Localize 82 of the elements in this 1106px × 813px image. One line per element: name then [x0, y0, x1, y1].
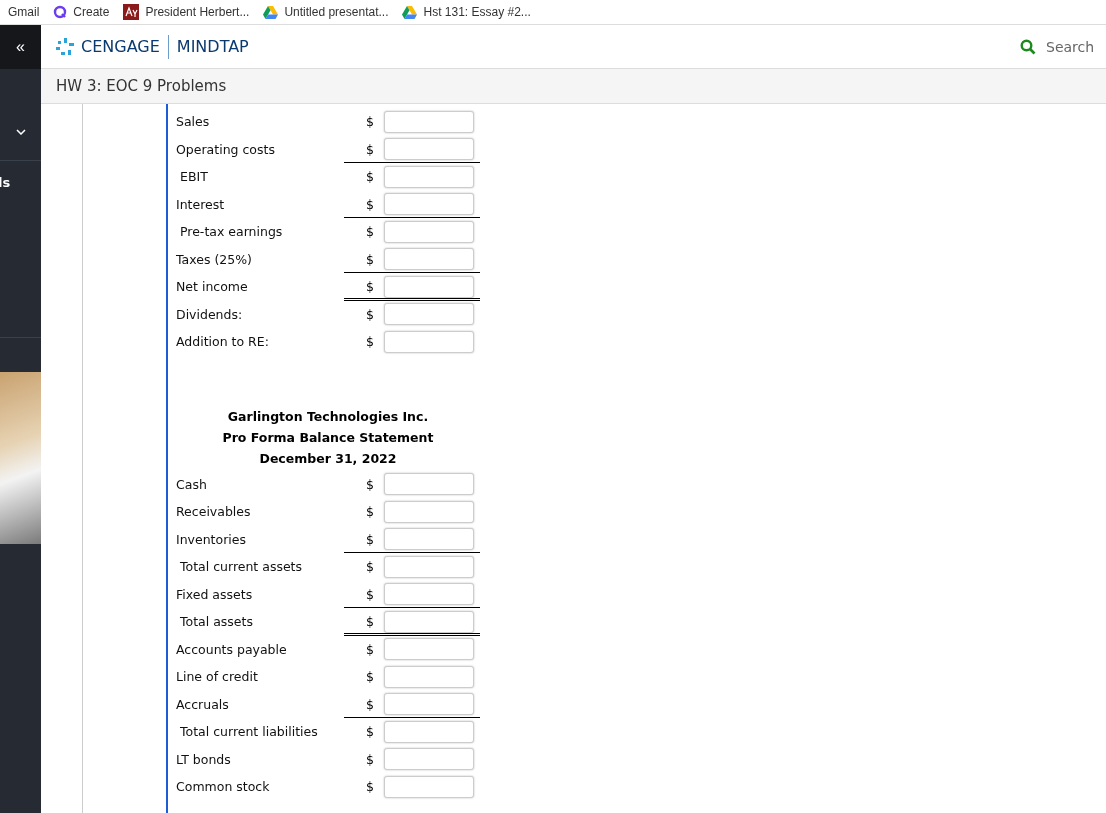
- amount-input[interactable]: [384, 220, 474, 243]
- currency-symbol: $: [365, 476, 375, 492]
- amount-input[interactable]: [384, 555, 474, 578]
- currency-symbol: $: [365, 224, 375, 240]
- currency-symbol: $: [365, 779, 375, 795]
- search-icon: [1020, 38, 1036, 55]
- row-label: Common stock: [176, 779, 271, 795]
- currency-symbol: $: [365, 531, 375, 547]
- currency-symbol: $: [365, 586, 375, 602]
- currency-symbol: $: [365, 169, 375, 185]
- row-label: Cash: [176, 476, 208, 492]
- amount-input[interactable]: [384, 748, 474, 771]
- amount-input[interactable]: [384, 303, 474, 326]
- row-label: Dividends:: [176, 306, 244, 322]
- currency-symbol: $: [365, 751, 375, 767]
- product-name: MINDTAP: [176, 37, 249, 56]
- dotted-burst-logo-icon: [55, 36, 75, 57]
- bookmark-link[interactable]: President Herbert...: [123, 4, 250, 20]
- ay-logo-icon: [123, 4, 140, 20]
- currency-symbol: $: [365, 696, 375, 712]
- currency-symbol: $: [365, 251, 375, 267]
- currency-symbol: $: [365, 114, 375, 130]
- amount-input[interactable]: [384, 500, 474, 523]
- chevron-down-icon: [15, 129, 26, 135]
- amount-input[interactable]: [384, 693, 474, 716]
- amount-input[interactable]: [384, 110, 474, 133]
- currency-symbol: $: [365, 504, 375, 520]
- row-label: Sales: [176, 114, 211, 130]
- row-label: Operating costs: [176, 141, 276, 157]
- currency-symbol: $: [365, 306, 375, 322]
- bookmark-link[interactable]: Hst 131: Essay #2...: [402, 5, 531, 19]
- currency-symbol: $: [365, 334, 375, 350]
- statement-title: December 31, 2022: [259, 449, 397, 467]
- amount-input[interactable]: [384, 528, 474, 551]
- amount-input[interactable]: [384, 248, 474, 271]
- currency-symbol: $: [365, 641, 375, 657]
- amount-input[interactable]: [384, 583, 474, 606]
- currency-symbol: $: [365, 614, 375, 630]
- row-label: Total current liabilities: [179, 724, 319, 740]
- amount-input[interactable]: [384, 720, 474, 743]
- currency-symbol: $: [365, 196, 375, 212]
- currency-symbol: $: [365, 279, 375, 295]
- currency-symbol: $: [365, 669, 375, 685]
- bookmark-link[interactable]: Create: [53, 5, 110, 19]
- bookmark-link[interactable]: Untitled presentat...: [263, 5, 389, 19]
- amount-input[interactable]: [384, 165, 474, 188]
- row-label: Interest: [176, 196, 226, 212]
- assignment-title: HW 3: EOC 9 Problems: [56, 77, 227, 95]
- currency-symbol: $: [365, 559, 375, 575]
- bookmark-link[interactable]: Gmail: [8, 5, 40, 19]
- row-label: Line of credit: [176, 669, 259, 685]
- row-label: Addition to RE:: [176, 334, 270, 350]
- triangle-logo-icon: [263, 5, 279, 19]
- row-label: EBIT: [179, 169, 209, 185]
- amount-input[interactable]: [384, 638, 474, 661]
- amount-input[interactable]: [384, 275, 474, 298]
- row-label: Fixed assets: [176, 586, 254, 602]
- row-label: Taxes (25%): [176, 251, 253, 267]
- statement-title: Pro Forma Balance Statement: [222, 428, 434, 446]
- currency-symbol: $: [365, 141, 375, 157]
- amount-input[interactable]: [384, 665, 474, 688]
- amount-input[interactable]: [384, 775, 474, 798]
- row-label: Inventories: [176, 531, 247, 547]
- amount-input[interactable]: [384, 473, 474, 496]
- row-label: Net income: [176, 279, 249, 295]
- currency-symbol: $: [365, 724, 375, 740]
- brand-name: CENGAGE: [81, 34, 169, 59]
- circle-q-icon: [53, 5, 68, 19]
- collapse-button[interactable]: «: [0, 25, 41, 69]
- row-label: Accounts payable: [176, 641, 288, 657]
- row-label: Pre-tax earnings: [179, 224, 284, 240]
- amount-input[interactable]: [384, 610, 474, 633]
- row-label: LT bonds: [176, 751, 232, 767]
- row-label: Accruals: [176, 696, 230, 712]
- amount-input[interactable]: [384, 138, 474, 161]
- amount-input[interactable]: [384, 193, 474, 216]
- row-label: Total assets: [179, 614, 254, 630]
- triangle-logo-icon: [402, 5, 418, 19]
- amount-input[interactable]: [384, 330, 474, 353]
- statement-title: Garlington Technologies Inc.: [227, 407, 429, 425]
- row-label: Receivables: [176, 504, 252, 520]
- row-label: Total current assets: [179, 559, 304, 575]
